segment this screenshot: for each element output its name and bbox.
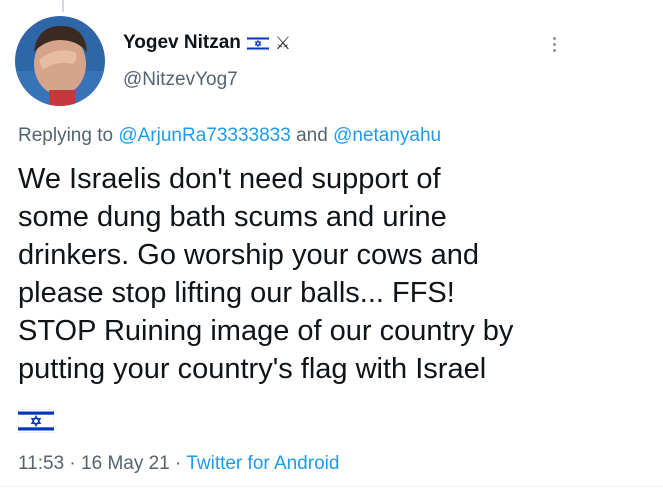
meta-separator: ·: [175, 453, 182, 474]
tweet-time[interactable]: 11:53: [18, 453, 64, 474]
crossed-swords-icon: ⚔: [274, 33, 292, 53]
tweet-source-link[interactable]: Twitter for Android: [186, 453, 339, 474]
reply-mention-1[interactable]: @ArjunRa73333833: [118, 125, 290, 146]
israel-flag-icon: [246, 35, 269, 51]
author-handle[interactable]: @NitzevYog7: [123, 69, 238, 91]
more-dot-icon: [552, 42, 556, 46]
tweet-text: We Israelis don't need support of some d…: [18, 163, 514, 385]
avatar[interactable]: [15, 16, 105, 106]
tweet-date[interactable]: 16 May 21: [81, 453, 170, 474]
display-name[interactable]: Yogev Nitzan: [123, 32, 241, 54]
tweet-metadata: 11:53 · 16 May 21 · Twitter for Android: [18, 453, 339, 475]
author-name-row[interactable]: Yogev Nitzan ⚔: [123, 32, 291, 54]
more-dot-icon: [552, 36, 556, 40]
more-dot-icon: [552, 48, 556, 52]
more-options-button[interactable]: [540, 32, 568, 56]
divider: [0, 486, 663, 487]
replying-to-line: Replying to @ArjunRa73333833 and @netany…: [18, 125, 441, 147]
israel-flag-icon: [18, 409, 54, 433]
reply-joiner: and: [296, 125, 328, 146]
reply-mention-2[interactable]: @netanyahu: [333, 125, 441, 146]
avatar-photo: [15, 16, 105, 106]
replying-prefix: Replying to: [18, 125, 114, 146]
thread-connector-line: [62, 0, 64, 12]
meta-separator: ·: [69, 453, 76, 474]
